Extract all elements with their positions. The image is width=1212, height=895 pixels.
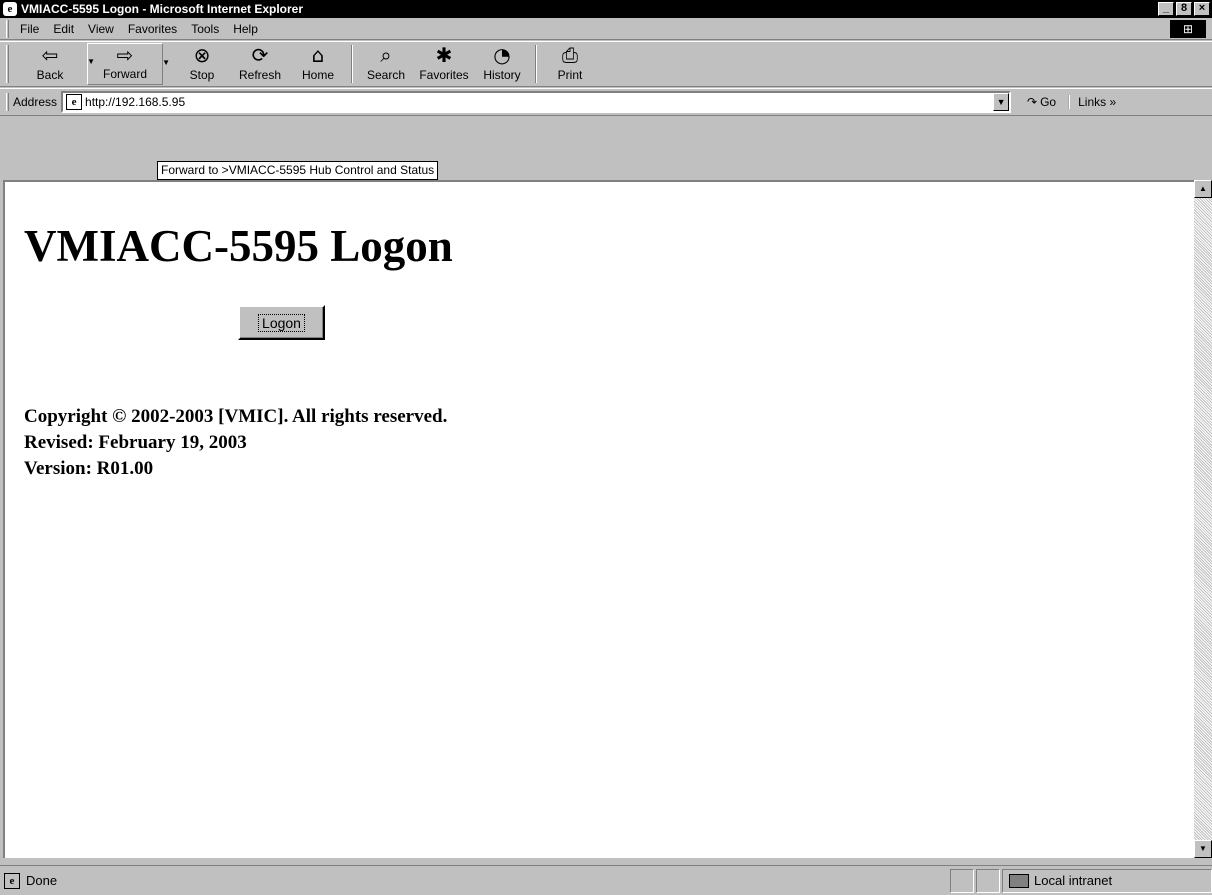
go-button[interactable]: ↷ Go [1027,95,1056,109]
menu-edit[interactable]: Edit [46,22,81,36]
forward-dropdown-icon[interactable]: ▼ [162,58,170,67]
minimize-button[interactable]: _ [1158,2,1174,16]
search-icon: ⌕ [380,43,392,67]
print-button[interactable]: ⎙ Print [541,43,599,85]
page-title: VMIACC-5595 Logon [24,221,453,271]
address-dropdown-icon[interactable]: ▼ [993,93,1010,111]
copyright-text: Copyright © 2002-2003 [VMIC]. All rights… [24,406,448,427]
stop-icon: ⊗ [193,43,211,67]
ie-icon: e [3,2,17,16]
refresh-label: Refresh [238,68,282,82]
browser-window: e VMIACC-5595 Logon - Microsoft Internet… [0,0,1212,895]
windows-logo-icon: ⊞ [1170,20,1206,38]
printer-icon: ⎙ [562,43,578,67]
home-icon: ⌂ [311,43,325,67]
menu-tools[interactable]: Tools [184,22,226,36]
forward-button[interactable]: ⇨ Forward ▼ [87,43,170,85]
intranet-zone-icon [1009,873,1029,888]
logon-button-label: Logon [258,313,305,332]
history-label: History [483,68,521,82]
title-bar: e VMIACC-5595 Logon - Microsoft Internet… [0,0,1212,18]
logon-button[interactable]: Logon [238,305,325,340]
history-icon: ◔ [493,43,511,67]
refresh-icon: ⟳ [251,43,269,67]
vertical-scrollbar[interactable]: ▲ ▼ [1194,180,1212,858]
address-input[interactable]: e http://192.168.5.95 ▼ [61,91,1012,113]
stop-button[interactable]: ⊗ Stop [173,43,231,85]
restore-button[interactable]: 8 [1176,2,1192,16]
home-button[interactable]: ⌂ Home [289,43,347,85]
scroll-down-icon[interactable]: ▼ [1194,840,1212,858]
menu-grip[interactable] [6,19,9,38]
status-main: e Done [0,869,948,893]
status-bar: e Done Local intranet [0,865,1212,895]
status-cell [950,868,974,893]
menu-view[interactable]: View [81,22,121,36]
page-footer: Copyright © 2002-2003 [VMIC]. All rights… [24,404,447,482]
status-cell [976,868,1000,893]
window-controls: _ 8 × [1158,2,1210,16]
history-button[interactable]: ◔ History [473,43,531,85]
revised-text: Revised: February 19, 2003 [24,432,247,453]
go-arrow-icon: ↷ [1027,95,1038,109]
stop-label: Stop [189,68,215,82]
standard-toolbar: ⇦ Back ▼ ⇨ Forward ▼ ⊗ Stop ⟳ Refresh ⌂ … [0,41,1212,87]
menu-favorites[interactable]: Favorites [121,22,184,36]
home-label: Home [301,68,334,82]
forward-label: Forward [102,67,147,81]
go-label: Go [1040,95,1057,109]
window-title: VMIACC-5595 Logon - Microsoft Internet E… [21,2,304,16]
toolbar-separator [535,45,537,83]
address-grip[interactable] [6,93,9,111]
search-button[interactable]: ⌕ Search [357,43,415,85]
links-button[interactable]: Links » [1068,95,1116,109]
page-status-icon: e [4,872,20,889]
back-label: Back [36,68,64,82]
page-content: VMIACC-5595 Logon Logon Copyright © 2002… [3,180,1194,858]
back-button[interactable]: ⇦ Back ▼ [13,43,95,85]
page-icon: e [66,94,83,110]
back-arrow-icon: ⇦ [41,43,59,67]
security-zone[interactable]: Local intranet [1002,868,1212,893]
favorites-label: Favorites [419,68,469,82]
toolbar-grip[interactable] [6,45,9,83]
favorites-folder-icon: ✱ [435,43,453,67]
address-label: Address [13,95,58,109]
menu-bar: File Edit View Favorites Tools Help ⊞ [0,18,1212,40]
print-label: Print [557,68,583,82]
status-text: Done [26,873,58,888]
zone-label: Local intranet [1034,873,1113,888]
version-text: Version: R01.00 [24,458,154,479]
menu-file[interactable]: File [13,22,46,36]
search-label: Search [366,68,406,82]
scroll-up-icon[interactable]: ▲ [1194,180,1212,198]
forward-tooltip: Forward to >VMIACC-5595 Hub Control and … [157,161,439,180]
address-url[interactable]: http://192.168.5.95 [85,95,185,109]
address-bar: Address e http://192.168.5.95 ▼ ↷ Go Lin… [0,88,1212,116]
menu-help[interactable]: Help [226,22,265,36]
close-button[interactable]: × [1194,2,1210,16]
favorites-button[interactable]: ✱ Favorites [415,43,473,85]
forward-arrow-icon: ⇨ [116,43,134,67]
toolbar-separator [351,45,353,83]
refresh-button[interactable]: ⟳ Refresh [231,43,289,85]
